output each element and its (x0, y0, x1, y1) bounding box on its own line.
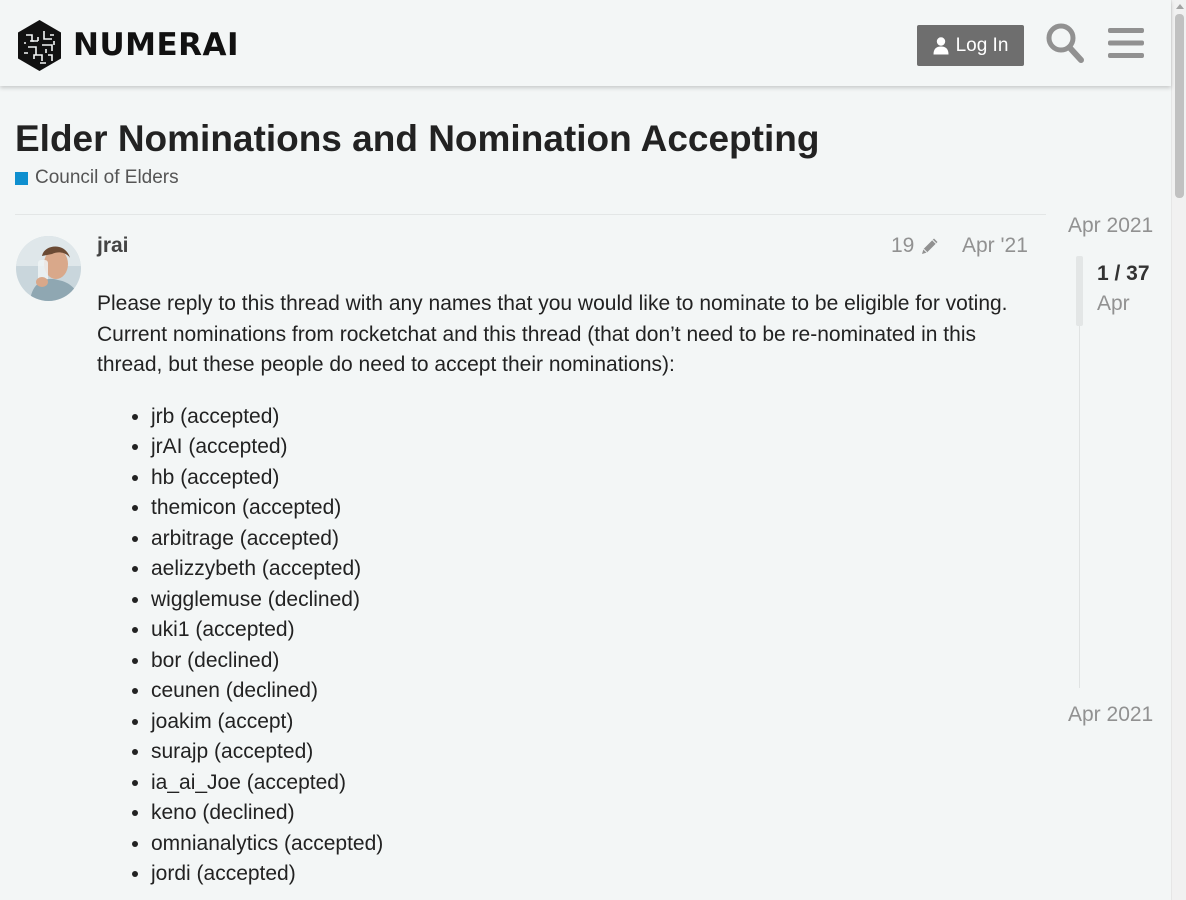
list-item: arbitrage (accepted) (151, 524, 1032, 555)
list-item: wigglemuse (declined) (151, 585, 1032, 616)
timeline-post-position: 1 / 37 (1097, 262, 1150, 285)
list-item: omnianalytics (accepted) (151, 829, 1032, 860)
post-username[interactable]: jrai (97, 234, 129, 258)
list-item: bor (declined) (151, 646, 1032, 677)
post-intro: Please reply to this thread with any nam… (97, 292, 1008, 376)
category-badge[interactable]: Council of Elders (15, 167, 179, 189)
login-button[interactable]: Log In (917, 25, 1024, 66)
list-item: hb (accepted) (151, 463, 1032, 494)
logo-text: NUMERAI (73, 27, 240, 63)
search-icon[interactable] (1045, 22, 1085, 64)
avatar[interactable] (16, 236, 81, 301)
post-edit-history[interactable]: 19 (891, 234, 940, 258)
timeline-start-date[interactable]: Apr 2021 (1068, 214, 1153, 238)
timeline-scroll-handle[interactable] (1076, 256, 1083, 326)
list-item: surajp (accepted) (151, 737, 1032, 768)
page-scrollbar[interactable] (1171, 0, 1186, 900)
scrollbar-thumb[interactable] (1175, 14, 1184, 198)
list-item: ia_ai_Joe (accepted) (151, 768, 1032, 799)
numerai-logo-icon (18, 19, 61, 71)
numerai-logo[interactable]: NUMERAI (16, 18, 239, 72)
pencil-icon (922, 238, 938, 254)
post-date[interactable]: Apr '21 (962, 234, 1028, 258)
user-icon (933, 36, 949, 54)
user-avatar-image (16, 236, 81, 301)
scroll-up-arrow-icon[interactable] (1176, 4, 1184, 9)
site-header: NUMERAI Log In (0, 0, 1171, 86)
list-item: ceunen (declined) (151, 676, 1032, 707)
list-item: aelizzybeth (accepted) (151, 554, 1032, 585)
list-item: jordi (accepted) (151, 859, 1032, 890)
nomination-list: jrb (accepted) jrAI (accepted) hb (accep… (97, 402, 1032, 890)
list-item: uki1 (accepted) (151, 615, 1032, 646)
list-item: jrb (accepted) (151, 402, 1032, 433)
list-item: joakim (accept) (151, 707, 1032, 738)
hamburger-menu-icon[interactable] (1108, 26, 1144, 60)
list-item: jrAI (accepted) (151, 432, 1032, 463)
topic-divider (15, 214, 1046, 215)
list-item: keno (declined) (151, 798, 1032, 829)
timeline-end-date[interactable]: Apr 2021 (1068, 703, 1153, 727)
login-button-label: Log In (955, 34, 1009, 56)
list-item: themicon (accepted) (151, 493, 1032, 524)
category-color-swatch (15, 171, 28, 185)
category-name: Council of Elders (35, 167, 179, 188)
timeline-post-month: Apr (1097, 292, 1130, 315)
post-body: Please reply to this thread with any nam… (97, 289, 1032, 890)
edit-count: 19 (891, 234, 915, 257)
topic-title[interactable]: Elder Nominations and Nomination Accepti… (15, 118, 819, 160)
